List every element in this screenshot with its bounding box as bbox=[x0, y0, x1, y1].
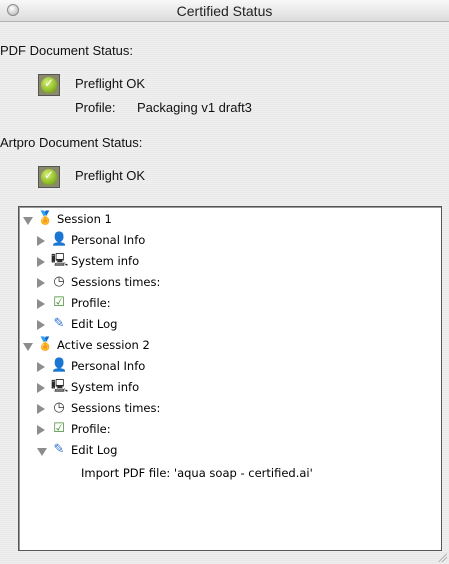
tree-label: System info bbox=[71, 380, 140, 394]
disclosure-closed-icon[interactable] bbox=[37, 278, 45, 288]
computer-icon: 🖳 bbox=[51, 379, 69, 394]
disclosure-closed-icon[interactable] bbox=[37, 383, 45, 393]
artpro-status-heading: Artpro Document Status: bbox=[0, 135, 143, 150]
tree-label: Active session 2 bbox=[57, 338, 150, 352]
session-tree-view[interactable]: 🏅 Session 1 👤 Personal Info 🖳 System inf… bbox=[18, 206, 442, 551]
title-bar: Certified Status bbox=[0, 0, 449, 22]
certified-status-window: Certified Status PDF Document Status: ✓ … bbox=[0, 0, 449, 564]
edit-log-entry-text: Import PDF file: 'aqua soap - certified.… bbox=[81, 466, 313, 480]
disclosure-open-icon[interactable] bbox=[23, 217, 33, 225]
disclosure-open-icon[interactable] bbox=[37, 448, 47, 456]
clock-icon: ◷ bbox=[53, 400, 65, 415]
tree-label: Personal Info bbox=[71, 359, 146, 373]
tree-label: Edit Log bbox=[71, 317, 118, 331]
tree-label: Sessions times: bbox=[71, 275, 161, 289]
tree-label: Profile: bbox=[71, 296, 111, 310]
disclosure-open-icon[interactable] bbox=[23, 343, 33, 351]
edit-log-icon: ✎ bbox=[53, 316, 65, 331]
disclosure-closed-icon[interactable] bbox=[37, 236, 45, 246]
window-title: Certified Status bbox=[176, 3, 273, 19]
person-icon: 👤 bbox=[51, 232, 68, 247]
profile-checklist-icon: ☑ bbox=[53, 295, 65, 310]
disclosure-closed-icon[interactable] bbox=[37, 362, 45, 372]
tree-label: Profile: bbox=[71, 422, 111, 436]
resize-grip[interactable] bbox=[437, 552, 447, 562]
disclosure-closed-icon[interactable] bbox=[37, 404, 45, 414]
disclosure-closed-icon[interactable] bbox=[37, 299, 45, 309]
tree-label: System info bbox=[71, 254, 140, 268]
edit-log-icon: ✎ bbox=[53, 442, 65, 457]
pdf-preflight-ok-icon: ✓ bbox=[38, 74, 60, 96]
tree-label: Personal Info bbox=[71, 233, 146, 247]
artpro-preflight-ok-icon: ✓ bbox=[38, 166, 60, 188]
session-medal-icon: 🏅 bbox=[37, 211, 54, 226]
pdf-profile-label: Profile: bbox=[75, 100, 116, 115]
person-icon: 👤 bbox=[51, 358, 68, 373]
profile-checklist-icon: ☑ bbox=[53, 421, 65, 436]
clock-icon: ◷ bbox=[53, 274, 65, 289]
session-medal-icon: 🏅 bbox=[37, 337, 54, 352]
tree-label: Session 1 bbox=[57, 212, 112, 226]
pdf-profile-value: Packaging v1 draft3 bbox=[137, 100, 252, 115]
disclosure-closed-icon[interactable] bbox=[37, 425, 45, 435]
disclosure-closed-icon[interactable] bbox=[37, 257, 45, 267]
tree-label: Edit Log bbox=[71, 443, 118, 457]
artpro-preflight-status: Preflight OK bbox=[75, 168, 146, 183]
tree-label: Sessions times: bbox=[71, 401, 161, 415]
pdf-preflight-status: Preflight OK bbox=[75, 76, 146, 91]
pdf-status-heading: PDF Document Status: bbox=[0, 43, 133, 58]
disclosure-closed-icon[interactable] bbox=[37, 320, 45, 330]
computer-icon: 🖳 bbox=[51, 253, 69, 268]
